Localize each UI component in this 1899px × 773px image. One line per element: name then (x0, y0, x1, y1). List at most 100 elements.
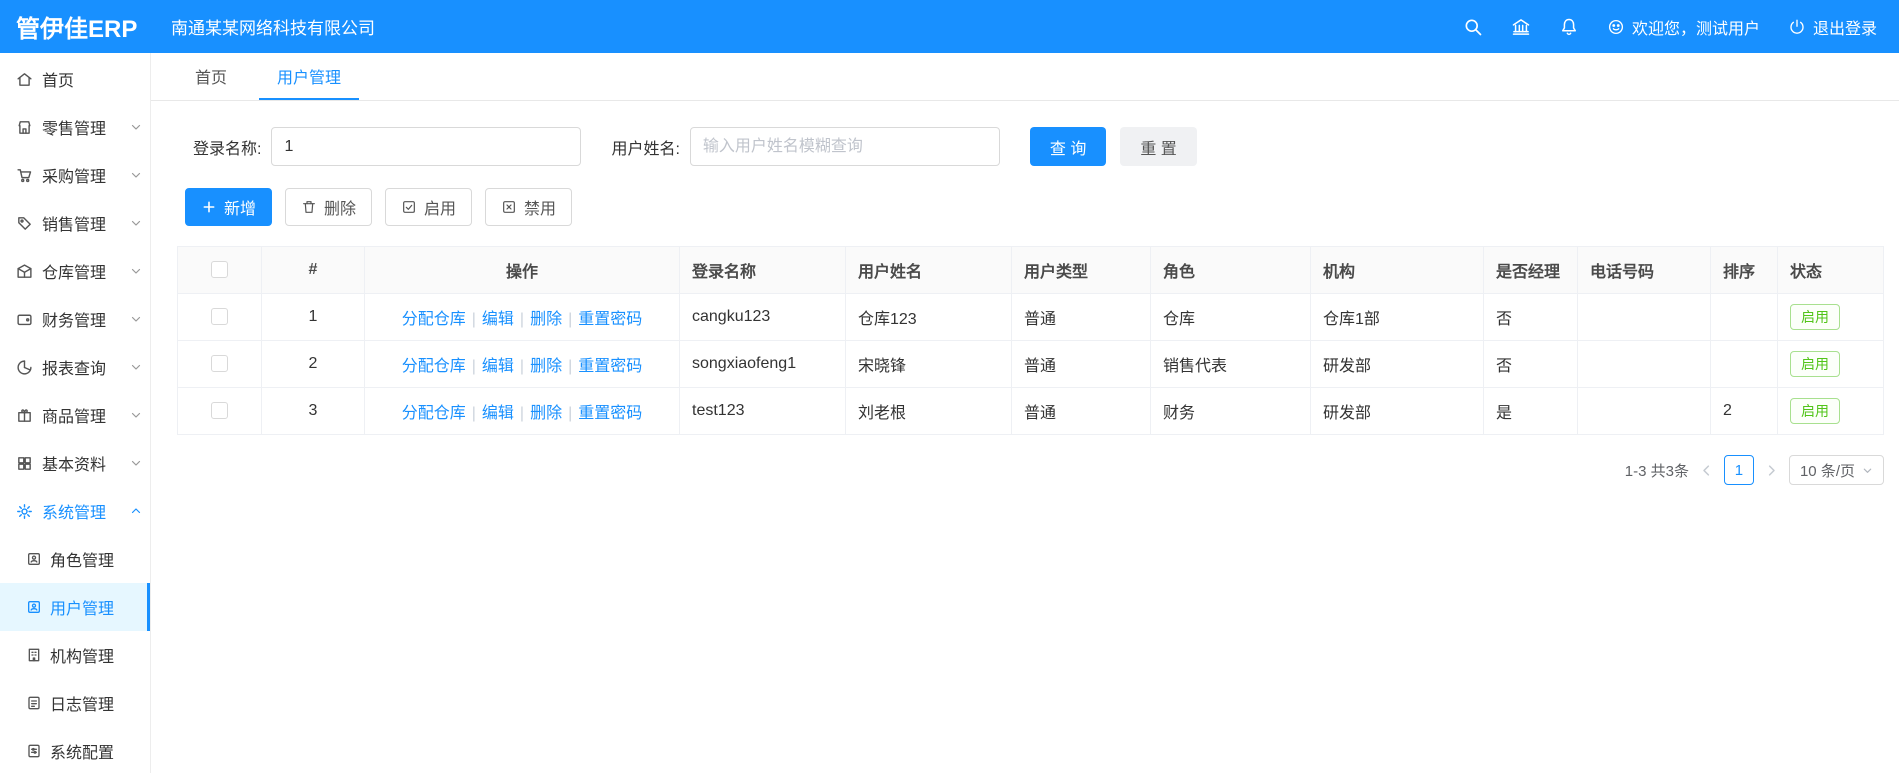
sidebar-item-label: 日志管理 (50, 697, 115, 714)
login-name-input[interactable] (271, 127, 582, 166)
enable-button[interactable]: 启用 (385, 188, 473, 226)
chevron-down-icon (130, 457, 142, 469)
page-number-button[interactable]: 1 (1723, 455, 1754, 485)
sidebar-item-label: 首页 (42, 73, 75, 90)
sidebar-item-org-management[interactable]: 机构管理 (0, 631, 150, 679)
cell-role: 销售代表 (1150, 340, 1311, 388)
status-badge[interactable]: 启用 (1790, 397, 1840, 425)
app-logo[interactable]: 管伊佳ERP (0, 9, 151, 44)
row-checkbox[interactable] (211, 355, 228, 373)
sidebar-item-home[interactable]: 首页 (0, 55, 150, 103)
sidebar-item-finance[interactable]: 财务管理 (0, 295, 150, 343)
sidebar-item-user-management[interactable]: 用户管理 (0, 583, 150, 631)
logout-button[interactable]: 退出登录 (1788, 15, 1877, 39)
sidebar-item-retail[interactable]: 零售管理 (0, 103, 150, 151)
add-button[interactable]: 新增 (185, 188, 273, 226)
table-row: 2 分配仓库 | 编辑 | 删除 | 重置密码 songxiaofeng1 宋晓锋 普通 销… (177, 340, 1884, 388)
tab-user-management[interactable]: 用户管理 (259, 53, 360, 100)
trash-icon (301, 199, 317, 215)
sidebar-item-label: 零售管理 (42, 121, 107, 138)
column-header-phone: 电话号码 (1577, 246, 1711, 294)
search-icon[interactable] (1463, 17, 1483, 37)
disable-button[interactable]: 禁用 (485, 188, 573, 226)
sidebar-item-basic-data[interactable]: 基本资料 (0, 439, 150, 487)
sidebar-item-role-management[interactable]: 角色管理 (0, 535, 150, 583)
sidebar-item-label: 报表查询 (42, 361, 107, 378)
row-checkbox[interactable] (211, 308, 228, 326)
cell-manager: 否 (1483, 340, 1578, 388)
sidebar-item-system-config[interactable]: 系统配置 (0, 727, 150, 773)
column-header-role: 角色 (1150, 246, 1311, 294)
column-header-login-name: 登录名称 (679, 246, 846, 294)
search-button[interactable]: 查 询 (1029, 127, 1107, 166)
sidebar-item-reports[interactable]: 报表查询 (0, 343, 150, 391)
sidebar-item-goods[interactable]: 商品管理 (0, 391, 150, 439)
sidebar-item-label: 仓库管理 (42, 265, 107, 282)
status-badge[interactable]: 启用 (1790, 350, 1840, 378)
assign-warehouse-link[interactable]: 分配仓库 (402, 405, 466, 422)
cell-user-name: 仓库123 (845, 293, 1012, 341)
assign-warehouse-link[interactable]: 分配仓库 (402, 358, 466, 375)
tab-bar: 首页 用户管理 (151, 53, 1899, 101)
select-all-checkbox[interactable] (211, 261, 228, 279)
delete-button[interactable]: 删除 (285, 188, 373, 226)
delete-link[interactable]: 删除 (530, 405, 562, 422)
user-name-input[interactable] (689, 127, 1000, 166)
chevron-down-icon (130, 169, 142, 181)
welcome-user[interactable]: 欢迎您，测试用户 (1607, 15, 1760, 39)
op-separator: | (519, 311, 525, 328)
role-icon (26, 551, 42, 567)
cell-org: 仓库1部 (1310, 293, 1484, 341)
reset-password-link[interactable]: 重置密码 (578, 311, 642, 328)
chevron-down-icon (130, 409, 142, 421)
bank-icon[interactable] (1511, 17, 1531, 37)
page-size-select[interactable]: 10 条/页 (1788, 455, 1884, 485)
op-separator: | (568, 311, 573, 328)
search-form: 登录名称: 用户姓名: 查 询 重 置 (177, 127, 1884, 166)
content: 登录名称: 用户姓名: 查 询 重 置 新增 删除 启用 (151, 101, 1899, 485)
prev-page-button[interactable] (1699, 463, 1714, 478)
gear-icon (16, 503, 33, 520)
page-size-value: 10 条/页 (1799, 462, 1855, 480)
home-icon (16, 71, 33, 88)
pagination-total: 1-3 共3条 (1624, 462, 1689, 480)
column-header-manager: 是否经理 (1483, 246, 1578, 294)
sidebar: 首页 零售管理 采购管理 销售管理 仓库管理 财务管理 报表查询 商品管理 基本… (0, 53, 151, 773)
sidebar-item-sales[interactable]: 销售管理 (0, 199, 150, 247)
cell-login-name: test123 (679, 387, 846, 435)
column-header-sort: 排序 (1710, 246, 1778, 294)
sidebar-item-warehouse[interactable]: 仓库管理 (0, 247, 150, 295)
delete-link[interactable]: 删除 (530, 358, 562, 375)
cell-sort (1710, 340, 1778, 388)
tab-home[interactable]: 首页 (177, 53, 245, 100)
company-name: 南通某某网络科技有限公司 (171, 19, 375, 38)
sidebar-item-log-management[interactable]: 日志管理 (0, 679, 150, 727)
cell-role: 仓库 (1150, 293, 1311, 341)
column-header-index: # (261, 246, 365, 294)
login-name-label: 登录名称: (193, 140, 262, 158)
edit-link[interactable]: 编辑 (482, 311, 514, 328)
sidebar-item-label: 系统配置 (50, 745, 115, 762)
reset-button[interactable]: 重 置 (1120, 127, 1197, 166)
sidebar-item-purchase[interactable]: 采购管理 (0, 151, 150, 199)
power-icon (1788, 18, 1806, 36)
edit-link[interactable]: 编辑 (482, 405, 514, 422)
sidebar-item-label: 销售管理 (42, 217, 107, 234)
next-page-button[interactable] (1764, 463, 1779, 478)
status-badge[interactable]: 启用 (1790, 303, 1840, 331)
op-separator: | (519, 358, 525, 375)
assign-warehouse-link[interactable]: 分配仓库 (402, 311, 466, 328)
sidebar-item-system[interactable]: 系统管理 (0, 487, 150, 535)
op-separator: | (568, 405, 573, 422)
op-separator: | (568, 358, 573, 375)
delete-link[interactable]: 删除 (530, 311, 562, 328)
row-checkbox[interactable] (211, 402, 228, 420)
config-icon (26, 743, 42, 759)
reset-password-link[interactable]: 重置密码 (578, 358, 642, 375)
column-header-user-name: 用户姓名 (845, 246, 1012, 294)
bell-icon[interactable] (1559, 17, 1579, 37)
enable-button-label: 启用 (424, 201, 457, 218)
edit-link[interactable]: 编辑 (482, 358, 514, 375)
reset-password-link[interactable]: 重置密码 (578, 405, 642, 422)
tag-icon (16, 215, 33, 232)
